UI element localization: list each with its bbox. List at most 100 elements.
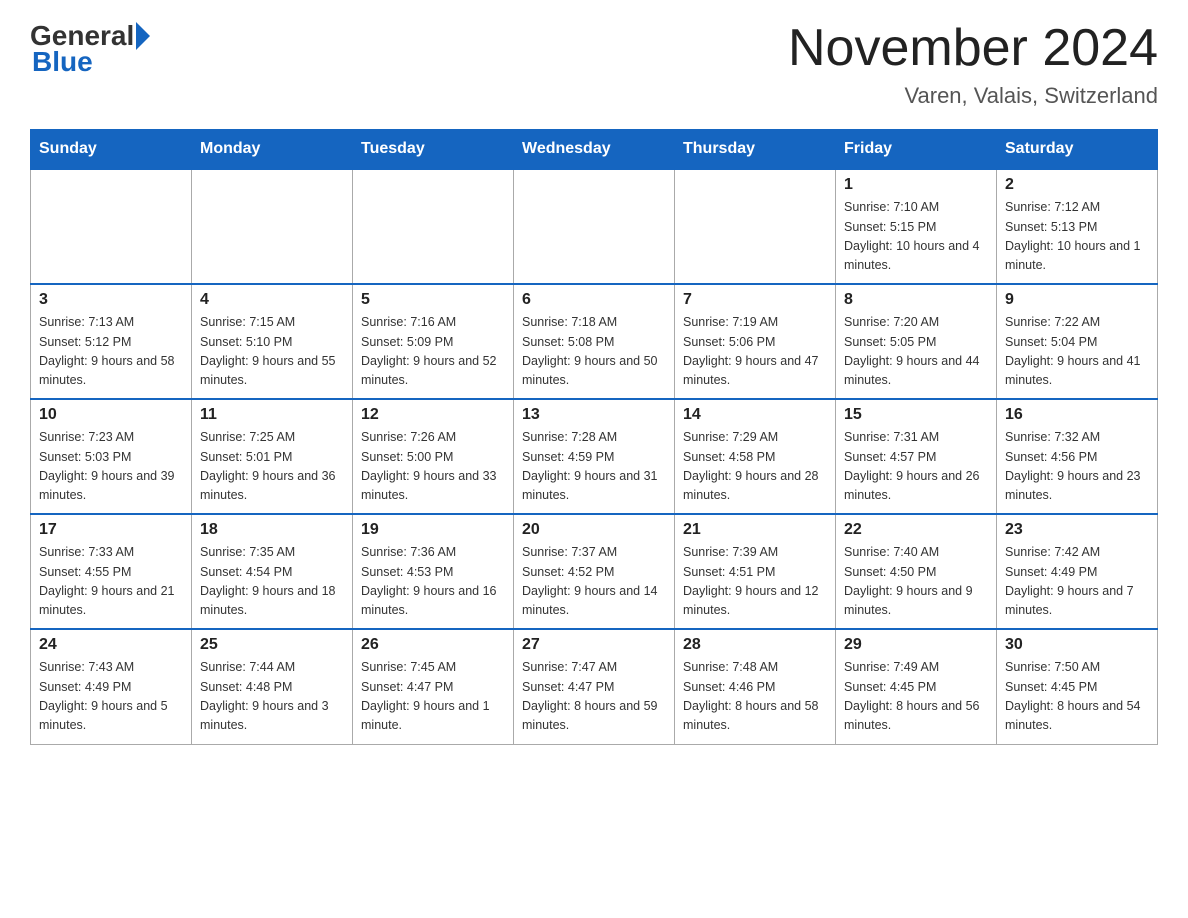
day-info: Sunrise: 7:20 AMSunset: 5:05 PMDaylight:…	[844, 313, 988, 391]
day-number: 29	[844, 636, 988, 654]
day-number: 30	[1005, 636, 1149, 654]
calendar-cell: 24Sunrise: 7:43 AMSunset: 4:49 PMDayligh…	[31, 629, 192, 744]
calendar-cell: 16 Sunrise: 7:32 AMSunset: 4:56 PMDayligh…	[997, 399, 1158, 514]
week-row-2: 3Sunrise: 7:13 AMSunset: 5:12 PMDaylight…	[31, 284, 1158, 399]
day-info: Sunrise: 7:28 AMSunset: 4:59 PMDaylight:…	[522, 428, 666, 506]
day-number: 5	[361, 291, 505, 309]
calendar-cell	[353, 169, 514, 284]
day-number: 4	[200, 291, 344, 309]
day-info: Sunrise: 7:35 AMSunset: 4:54 PMDaylight:…	[200, 543, 344, 621]
weekday-header-saturday: Saturday	[997, 130, 1158, 170]
day-info: Sunrise: 7:48 AMSunset: 4:46 PMDaylight:…	[683, 658, 827, 736]
day-info: Sunrise: 7:44 AMSunset: 4:48 PMDaylight:…	[200, 658, 344, 736]
week-row-4: 17Sunrise: 7:33 AMSunset: 4:55 PMDayligh…	[31, 514, 1158, 629]
logo: General Blue	[30, 20, 150, 78]
weekday-header-friday: Friday	[836, 130, 997, 170]
day-number: 13	[522, 406, 666, 424]
day-number: 10	[39, 406, 183, 424]
day-number: 7	[683, 291, 827, 309]
page-header: General Blue November 2024 Varen, Valais…	[30, 20, 1158, 109]
calendar-cell: 25 Sunrise: 7:44 AMSunset: 4:48 PMDayligh…	[192, 629, 353, 744]
day-number: 3	[39, 291, 183, 309]
day-number: 6	[522, 291, 666, 309]
day-info: Sunrise: 7:40 AMSunset: 4:50 PMDaylight:…	[844, 543, 988, 621]
week-row-1: 1Sunrise: 7:10 AMSunset: 5:15 PMDaylight…	[31, 169, 1158, 284]
day-number: 16	[1005, 406, 1149, 424]
day-number: 11	[200, 406, 344, 424]
day-number: 22	[844, 521, 988, 539]
day-info: Sunrise: 7:15 AMSunset: 5:10 PMDaylight:…	[200, 313, 344, 391]
day-number: 8	[844, 291, 988, 309]
location-subtitle: Varen, Valais, Switzerland	[788, 83, 1158, 109]
month-year-title: November 2024	[788, 20, 1158, 77]
day-info: Sunrise: 7:29 AMSunset: 4:58 PMDaylight:…	[683, 428, 827, 506]
day-info: Sunrise: 7:12 AMSunset: 5:13 PMDaylight:…	[1005, 198, 1149, 276]
calendar-cell: 4 Sunrise: 7:15 AMSunset: 5:10 PMDaylight…	[192, 284, 353, 399]
calendar-cell: 9 Sunrise: 7:22 AMSunset: 5:04 PMDaylight…	[997, 284, 1158, 399]
day-info: Sunrise: 7:33 AMSunset: 4:55 PMDaylight:…	[39, 543, 183, 621]
calendar-cell	[675, 169, 836, 284]
day-number: 21	[683, 521, 827, 539]
day-number: 12	[361, 406, 505, 424]
day-info: Sunrise: 7:45 AMSunset: 4:47 PMDaylight:…	[361, 658, 505, 736]
day-info: Sunrise: 7:32 AMSunset: 4:56 PMDaylight:…	[1005, 428, 1149, 506]
day-info: Sunrise: 7:36 AMSunset: 4:53 PMDaylight:…	[361, 543, 505, 621]
day-number: 23	[1005, 521, 1149, 539]
calendar-cell: 30 Sunrise: 7:50 AMSunset: 4:45 PMDayligh…	[997, 629, 1158, 744]
day-info: Sunrise: 7:22 AMSunset: 5:04 PMDaylight:…	[1005, 313, 1149, 391]
weekday-header-row: SundayMondayTuesdayWednesdayThursdayFrid…	[31, 130, 1158, 170]
day-number: 24	[39, 636, 183, 654]
day-info: Sunrise: 7:42 AMSunset: 4:49 PMDaylight:…	[1005, 543, 1149, 621]
calendar-cell: 5 Sunrise: 7:16 AMSunset: 5:09 PMDaylight…	[353, 284, 514, 399]
title-block: November 2024 Varen, Valais, Switzerland	[788, 20, 1158, 109]
day-info: Sunrise: 7:49 AMSunset: 4:45 PMDaylight:…	[844, 658, 988, 736]
calendar-cell: 29 Sunrise: 7:49 AMSunset: 4:45 PMDayligh…	[836, 629, 997, 744]
day-number: 14	[683, 406, 827, 424]
calendar-cell: 21 Sunrise: 7:39 AMSunset: 4:51 PMDayligh…	[675, 514, 836, 629]
calendar-cell: 18 Sunrise: 7:35 AMSunset: 4:54 PMDayligh…	[192, 514, 353, 629]
calendar-cell: 12 Sunrise: 7:26 AMSunset: 5:00 PMDayligh…	[353, 399, 514, 514]
day-number: 15	[844, 406, 988, 424]
day-info: Sunrise: 7:16 AMSunset: 5:09 PMDaylight:…	[361, 313, 505, 391]
calendar-cell: 19 Sunrise: 7:36 AMSunset: 4:53 PMDayligh…	[353, 514, 514, 629]
day-info: Sunrise: 7:26 AMSunset: 5:00 PMDaylight:…	[361, 428, 505, 506]
day-number: 9	[1005, 291, 1149, 309]
day-info: Sunrise: 7:25 AMSunset: 5:01 PMDaylight:…	[200, 428, 344, 506]
calendar-cell: 2 Sunrise: 7:12 AMSunset: 5:13 PMDaylight…	[997, 169, 1158, 284]
day-number: 1	[844, 176, 988, 194]
weekday-header-sunday: Sunday	[31, 130, 192, 170]
weekday-header-thursday: Thursday	[675, 130, 836, 170]
calendar-cell: 11 Sunrise: 7:25 AMSunset: 5:01 PMDayligh…	[192, 399, 353, 514]
weekday-header-monday: Monday	[192, 130, 353, 170]
week-row-3: 10 Sunrise: 7:23 AMSunset: 5:03 PMDayligh…	[31, 399, 1158, 514]
day-number: 2	[1005, 176, 1149, 194]
calendar-cell: 17Sunrise: 7:33 AMSunset: 4:55 PMDayligh…	[31, 514, 192, 629]
calendar-cell: 22 Sunrise: 7:40 AMSunset: 4:50 PMDayligh…	[836, 514, 997, 629]
calendar-cell	[514, 169, 675, 284]
day-number: 28	[683, 636, 827, 654]
calendar-cell: 27Sunrise: 7:47 AMSunset: 4:47 PMDayligh…	[514, 629, 675, 744]
calendar-cell	[192, 169, 353, 284]
day-info: Sunrise: 7:37 AMSunset: 4:52 PMDaylight:…	[522, 543, 666, 621]
day-number: 19	[361, 521, 505, 539]
calendar-cell: 13 Sunrise: 7:28 AMSunset: 4:59 PMDayligh…	[514, 399, 675, 514]
day-number: 25	[200, 636, 344, 654]
calendar-cell: 1Sunrise: 7:10 AMSunset: 5:15 PMDaylight…	[836, 169, 997, 284]
logo-blue-text: Blue	[30, 46, 93, 78]
calendar-cell: 7Sunrise: 7:19 AMSunset: 5:06 PMDaylight…	[675, 284, 836, 399]
calendar-cell: 6 Sunrise: 7:18 AMSunset: 5:08 PMDaylight…	[514, 284, 675, 399]
calendar-cell: 28 Sunrise: 7:48 AMSunset: 4:46 PMDayligh…	[675, 629, 836, 744]
day-number: 27	[522, 636, 666, 654]
day-info: Sunrise: 7:18 AMSunset: 5:08 PMDaylight:…	[522, 313, 666, 391]
day-info: Sunrise: 7:31 AMSunset: 4:57 PMDaylight:…	[844, 428, 988, 506]
calendar-cell: 8 Sunrise: 7:20 AMSunset: 5:05 PMDaylight…	[836, 284, 997, 399]
day-info: Sunrise: 7:39 AMSunset: 4:51 PMDaylight:…	[683, 543, 827, 621]
week-row-5: 24Sunrise: 7:43 AMSunset: 4:49 PMDayligh…	[31, 629, 1158, 744]
day-number: 18	[200, 521, 344, 539]
calendar-cell: 15 Sunrise: 7:31 AMSunset: 4:57 PMDayligh…	[836, 399, 997, 514]
day-number: 20	[522, 521, 666, 539]
calendar-cell: 20 Sunrise: 7:37 AMSunset: 4:52 PMDayligh…	[514, 514, 675, 629]
day-info: Sunrise: 7:23 AMSunset: 5:03 PMDaylight:…	[39, 428, 183, 506]
day-number: 26	[361, 636, 505, 654]
day-info: Sunrise: 7:50 AMSunset: 4:45 PMDaylight:…	[1005, 658, 1149, 736]
